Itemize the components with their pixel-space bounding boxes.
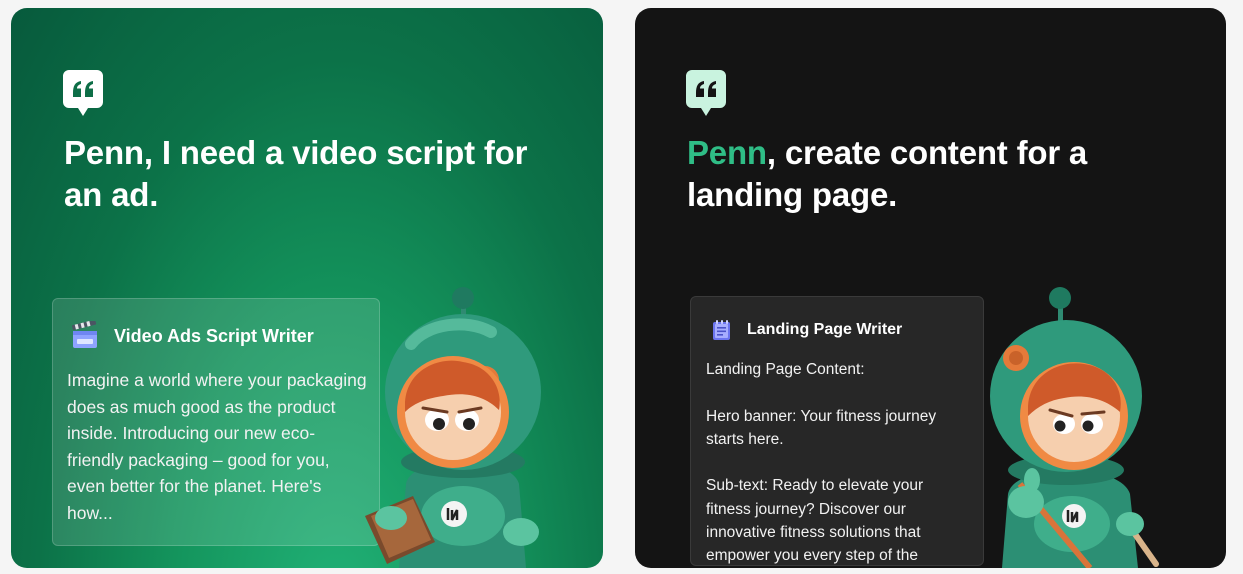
clapperboard-icon: [72, 321, 97, 348]
quote-bubble-icon: [63, 70, 103, 116]
panel-line: Landing Page Content:: [706, 361, 865, 378]
panel-title: Video Ads Script Writer: [114, 325, 314, 346]
panel-line: Sub-text: Ready to elevate your fitness …: [706, 477, 924, 565]
headline: Penn, I need a video script for an ad.: [64, 134, 528, 213]
landing-page-card: Penn, create content for a landing page.…: [635, 8, 1226, 568]
astronaut-thinking-illustration: [990, 287, 1159, 568]
video-ads-script-panel: Video Ads Script Writer Imagine a world …: [52, 298, 380, 546]
panel-header: Landing Page Writer: [710, 318, 902, 342]
panel-header: Video Ads Script Writer: [70, 321, 314, 351]
landing-page-writer-panel: Landing Page Writer Landing Page Content…: [690, 296, 984, 566]
video-script-card: Penn, I need a video script for an ad. V…: [11, 8, 603, 568]
panel-line: Hero banner: Your fitness journey starts…: [706, 407, 937, 448]
notepad-icon: [713, 320, 730, 340]
astronaut-reading-book-illustration: [365, 287, 541, 568]
headline-accent: Penn: [687, 134, 767, 171]
headline: Penn, create content for a landing page.: [687, 132, 1157, 216]
quote-bubble-icon: [686, 70, 726, 116]
panel-body-text: Imagine a world where your packaging doe…: [67, 370, 367, 523]
panel-body-text: Landing Page Content: Hero banner: Your …: [706, 358, 971, 565]
panel-title: Landing Page Writer: [747, 321, 903, 338]
